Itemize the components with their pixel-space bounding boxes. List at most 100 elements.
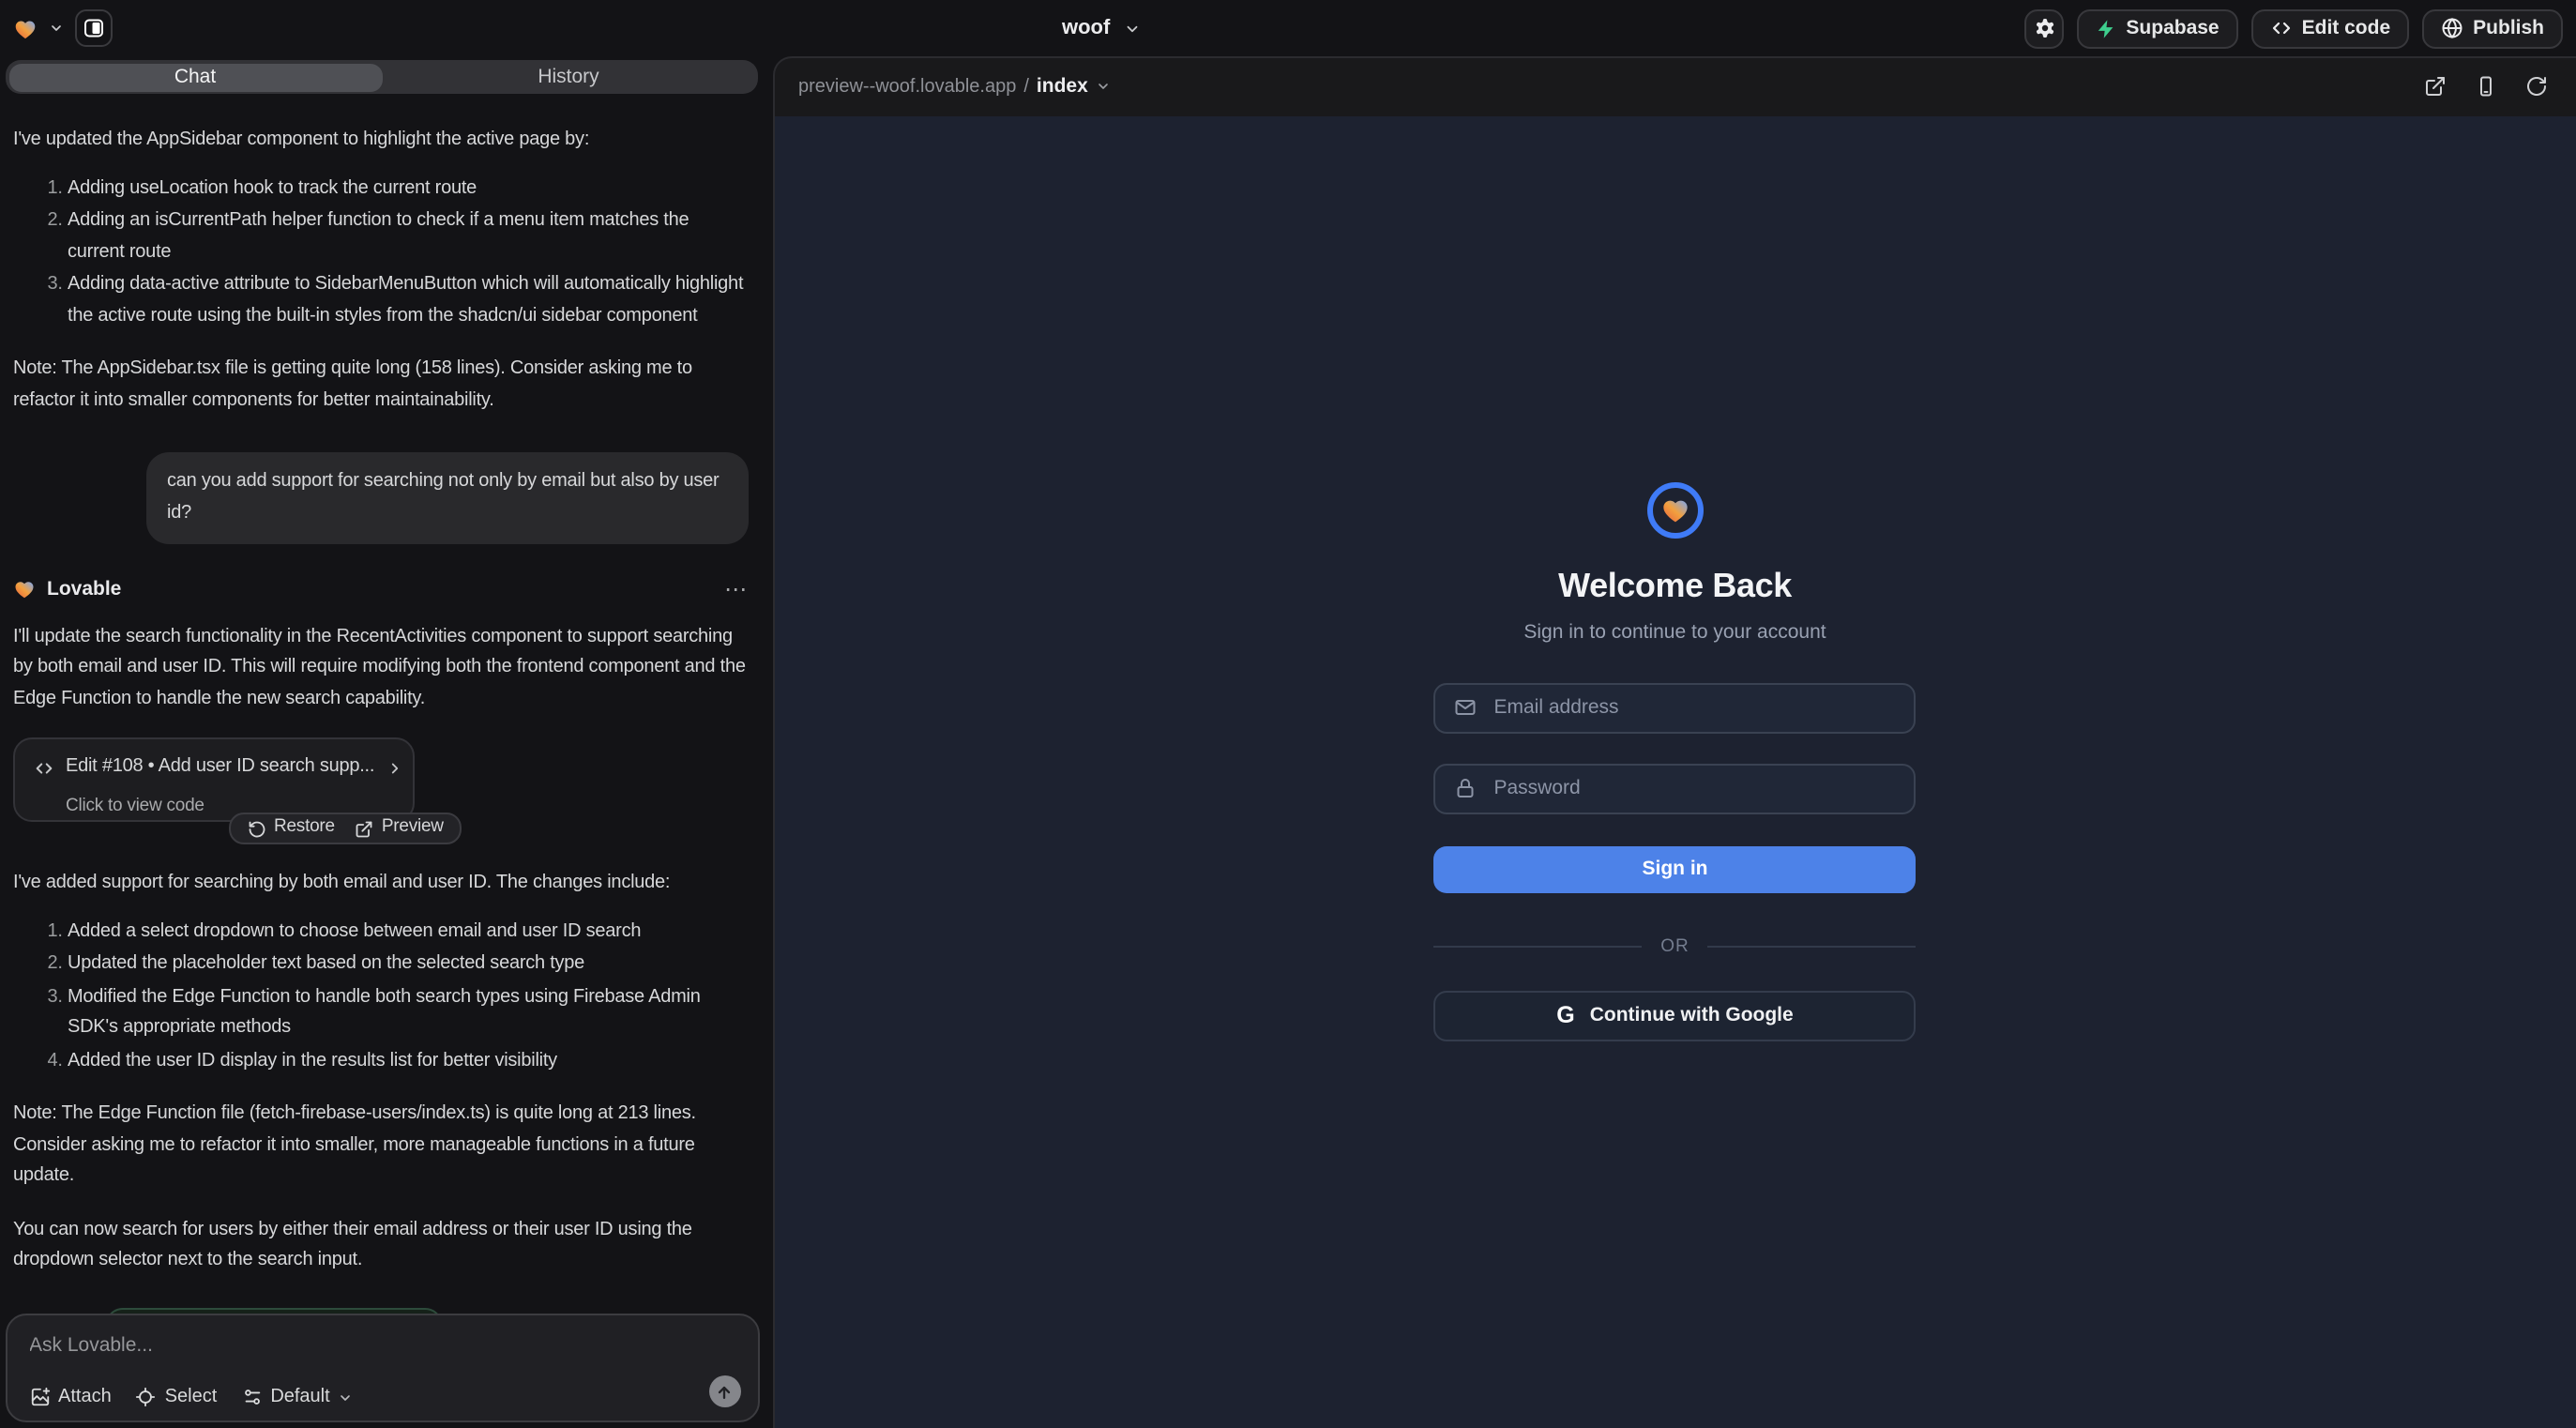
chat-composer: Attach Select Default	[5, 1314, 759, 1422]
restore-label: Restore	[274, 813, 335, 844]
tab-history[interactable]: History	[382, 63, 755, 91]
project-switcher[interactable]: woof	[1062, 0, 1140, 56]
app-window: woof Supabase Edit code	[0, 0, 2576, 1428]
email-input[interactable]	[1434, 682, 1917, 733]
mail-icon	[1455, 696, 1477, 719]
mobile-view-icon[interactable]	[2475, 75, 2497, 98]
chat-input[interactable]	[29, 1334, 592, 1368]
globe-icon	[2441, 17, 2463, 39]
code-icon	[34, 758, 54, 779]
chat-messages[interactable]: I've updated the AppSidebar component to…	[0, 105, 764, 1314]
message-menu-icon[interactable]: ⋯	[724, 581, 749, 600]
select-button[interactable]: Select	[136, 1387, 218, 1407]
supabase-label: Supabase	[2126, 17, 2219, 39]
supabase-button[interactable]: Supabase	[2077, 8, 2237, 48]
google-button-label: Continue with Google	[1590, 1004, 1794, 1026]
edit-code-button[interactable]: Edit code	[2251, 8, 2410, 48]
restore-icon	[248, 819, 266, 838]
top-bar: woof Supabase Edit code	[0, 0, 2576, 56]
sliders-icon	[241, 1387, 262, 1407]
chevron-down-icon	[339, 1390, 354, 1405]
preview-button[interactable]: Preview	[356, 813, 444, 844]
chat-panel: Chat History I've updated the AppSidebar…	[0, 56, 764, 1428]
chevron-down-icon	[1096, 79, 1111, 94]
edit-card-wrapper: Edit #108 • Add user ID search supp... C…	[13, 737, 749, 846]
select-label: Select	[165, 1387, 218, 1407]
lovable-avatar-heart-icon	[13, 579, 36, 601]
assistant-note: Note: The AppSidebar.tsx file is getting…	[13, 355, 749, 417]
attach-button[interactable]: Attach	[29, 1387, 112, 1407]
list-item: Adding useLocation hook to track the cur…	[68, 174, 749, 205]
auth-title: Welcome Back	[1558, 566, 1792, 605]
app-logo-ring	[1647, 481, 1704, 538]
preview-pane: preview--woof.lovable.app / index	[772, 56, 2576, 1428]
send-button[interactable]	[708, 1375, 740, 1407]
edit-version-card[interactable]: Edit #108 • Add user ID search supp... C…	[13, 737, 415, 822]
preview-url: preview--woof.lovable.app	[798, 76, 1016, 97]
assistant-paragraph: I've added support for searching by both…	[13, 869, 749, 900]
tab-chat-label: Chat	[174, 66, 216, 88]
preview-header: preview--woof.lovable.app / index	[774, 58, 2576, 114]
preview-url-breadcrumb[interactable]: preview--woof.lovable.app / index	[774, 75, 1111, 98]
attach-label: Attach	[58, 1387, 112, 1407]
project-chevron-down-icon[interactable]	[49, 21, 64, 36]
preview-label: Preview	[382, 813, 444, 844]
list-item: Added the user ID display in the results…	[68, 1046, 749, 1077]
assistant-note: Note: The Edge Function file (fetch-fire…	[13, 1100, 749, 1193]
external-link-icon	[356, 819, 374, 838]
chevron-right-icon	[386, 760, 402, 777]
tab-history-label: History	[538, 66, 599, 88]
restore-button[interactable]: Restore	[248, 813, 335, 844]
select-locate-icon	[136, 1387, 157, 1407]
assistant-paragraph: You can now search for users by either t…	[13, 1215, 749, 1277]
preview-app-content: Welcome Back Sign in to continue to your…	[774, 115, 2576, 1428]
assistant-name: Lovable	[47, 574, 121, 605]
assistant-paragraph: I've updated the AppSidebar component to…	[13, 126, 749, 157]
email-field-wrapper	[1434, 682, 1917, 733]
list-item: Adding data-active attribute to SidebarM…	[68, 270, 749, 332]
user-message-text: can you add support for searching not on…	[167, 471, 720, 523]
tab-chat[interactable]: Chat	[8, 63, 382, 91]
app-logo-heart-icon	[1660, 494, 1690, 524]
version-badge[interactable]: #107 Highlight Active Page in Sidebar	[104, 1307, 442, 1314]
assistant-list: Adding useLocation hook to track the cur…	[13, 174, 749, 332]
list-item: Adding an isCurrentPath helper function …	[68, 206, 749, 268]
open-in-new-tab-icon[interactable]	[2424, 75, 2447, 98]
settings-button[interactable]	[2024, 8, 2064, 48]
google-sign-in-button[interactable]: G Continue with Google	[1434, 990, 1917, 1041]
list-item: Added a select dropdown to choose betwee…	[68, 917, 749, 948]
edit-card-title: Edit #108 • Add user ID search supp...	[66, 752, 374, 783]
mode-select[interactable]: Default	[241, 1387, 353, 1407]
sign-in-button[interactable]: Sign in	[1434, 845, 1917, 892]
chat-history-tabs: Chat History	[6, 60, 758, 94]
password-input[interactable]	[1434, 763, 1917, 813]
auth-subtitle: Sign in to continue to your account	[1523, 620, 1826, 643]
assistant-paragraph: I'll update the search functionality in …	[13, 622, 749, 715]
publish-button[interactable]: Publish	[2422, 8, 2563, 48]
user-message-bubble: can you add support for searching not on…	[146, 452, 749, 544]
edit-code-label: Edit code	[2302, 17, 2391, 39]
password-field-wrapper	[1434, 763, 1917, 813]
list-item: Modified the Edge Function to handle bot…	[68, 982, 749, 1044]
chevron-down-icon	[1123, 20, 1140, 37]
list-item: Updated the placeholder text based on th…	[68, 949, 749, 980]
or-divider: OR	[1434, 935, 1917, 956]
lovable-heart-logo[interactable]	[13, 16, 38, 40]
attach-image-icon	[29, 1387, 50, 1407]
assistant-header: Lovable ⋯	[13, 574, 749, 605]
version-actions-pill: Restore Preview	[229, 813, 462, 844]
supabase-icon	[2096, 18, 2116, 38]
publish-label: Publish	[2473, 17, 2544, 39]
project-name: woof	[1062, 17, 1110, 39]
google-g-icon: G	[1556, 1002, 1574, 1028]
mode-label: Default	[270, 1387, 329, 1407]
code-icon	[2270, 17, 2293, 39]
preview-page: index	[1037, 75, 1088, 98]
or-label: OR	[1660, 935, 1690, 956]
assistant-list: Added a select dropdown to choose betwee…	[13, 917, 749, 1077]
restored-row: Restored #107 Highlight Active Page in S…	[13, 1307, 749, 1314]
toggle-sidebar-button[interactable]	[75, 9, 113, 47]
lock-icon	[1455, 777, 1477, 799]
refresh-icon[interactable]	[2525, 75, 2548, 98]
breadcrumb-separator: /	[1023, 76, 1029, 97]
